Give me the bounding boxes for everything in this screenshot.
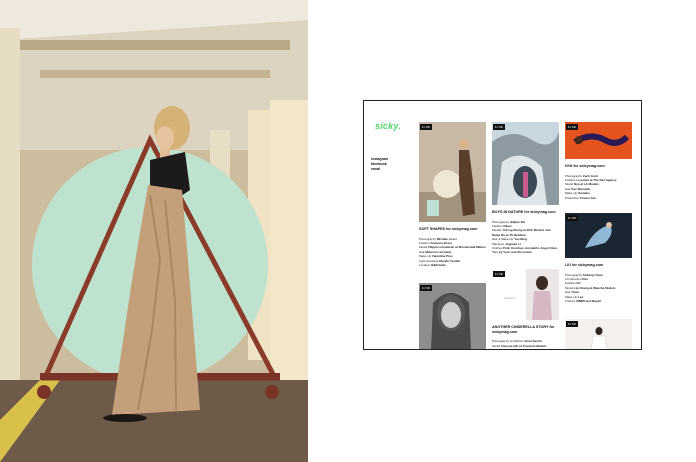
photo-fashion-model-triangle (0, 0, 308, 462)
story-thumbnail[interactable]: signature 1 / 10 (492, 269, 559, 320)
story-card[interactable]: 1 / 10 LIU for sickymag.com Photography … (565, 213, 632, 303)
site-logo[interactable]: sicky. (375, 121, 401, 131)
website-mockup: sicky. instagram facebook email 1 / 10 S… (363, 100, 642, 350)
story-title[interactable]: ANOTHER CINDERELLA STORY for sickymag.co… (492, 325, 558, 334)
story-title[interactable]: BOYS IN NATURE for sickymag.com (492, 210, 559, 215)
page: sicky. instagram facebook email 1 / 10 S… (0, 0, 696, 462)
story-thumbnail[interactable]: 1 / 10 (565, 319, 632, 349)
hero-photo (0, 0, 308, 462)
story-credits: Photography Sinlang Chow Art Direction K… (565, 272, 616, 304)
story-credits: Photography Zach Gold Fashion Lisa Kan a… (565, 173, 617, 200)
story-card[interactable]: 1 / 10 NYA for sickymag.com Photography … (565, 122, 632, 200)
story-thumbnail[interactable]: 1 / 10 (419, 283, 486, 349)
story-thumbnail[interactable]: 1 / 10 (565, 213, 632, 258)
gallery-counter: 1 / 10 (420, 285, 432, 291)
story-card[interactable]: signature 1 / 10 ANOTHER CINDERELLA STOR… (492, 269, 559, 348)
story-credits: Photography Haijian Shi Fashion Ripex Mo… (492, 219, 558, 255)
gallery-counter: 1 / 10 (566, 124, 578, 130)
photo-soft-shapes (419, 122, 486, 222)
gallery-counter: 1 / 10 (493, 124, 505, 130)
gallery-counter: 1 / 10 (566, 215, 578, 221)
gallery-counter: 1 / 10 (566, 321, 578, 327)
story-thumbnail[interactable]: 1 / 10 (492, 122, 559, 205)
photo-bw-portrait (419, 283, 486, 349)
story-card[interactable]: 1 / 10 BOYS IN NATURE for sickymag.com P… (492, 122, 559, 255)
story-title[interactable]: NYA for sickymag.com (565, 164, 632, 169)
social-links: instagram facebook email (371, 157, 388, 172)
story-card[interactable]: 1 / 10 (565, 319, 632, 349)
story-thumbnail[interactable]: 1 / 10 (419, 122, 486, 222)
story-title[interactable]: LIU for sickymag.com (565, 263, 632, 268)
photo-boys-in-nature (492, 122, 559, 205)
story-card[interactable]: 1 / 10 SOFT SHAPES for sickymag.com Phot… (419, 122, 486, 267)
story-card[interactable]: 1 / 10 (419, 283, 486, 349)
story-credits: Photography Michele Losci Fashion Federi… (419, 236, 486, 268)
gallery-counter: 1 / 10 (493, 271, 505, 277)
social-link-email[interactable]: email (371, 167, 388, 172)
story-title[interactable]: SOFT SHAPES for sickymag.com (419, 227, 486, 232)
story-thumbnail[interactable]: 1 / 10 (565, 122, 632, 159)
story-credits: Photography & Fashion Anna Sandri Model … (492, 339, 547, 348)
svg-text:signature: signature (504, 296, 516, 300)
gallery-counter: 1 / 10 (420, 124, 432, 130)
